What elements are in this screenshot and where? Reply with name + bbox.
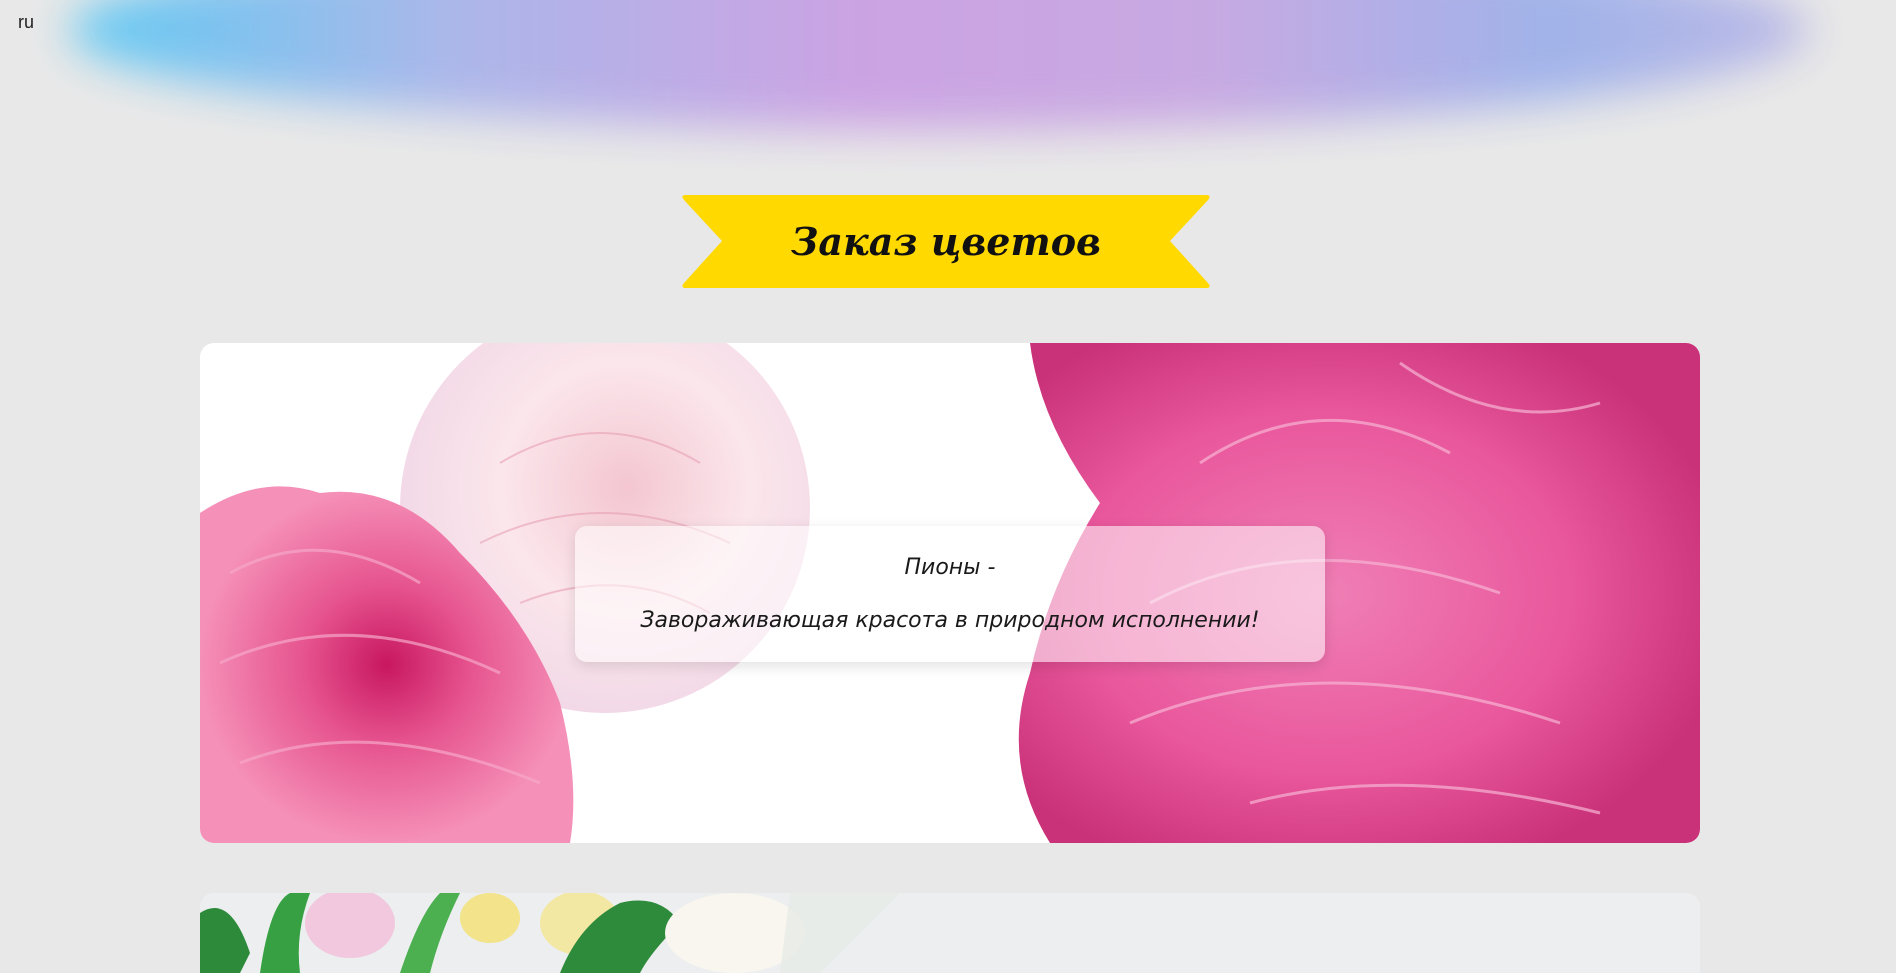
language-switch[interactable]: ru	[18, 12, 34, 33]
title-ribbon: Заказ цветов	[678, 195, 1214, 288]
product-card-peonies[interactable]: Пионы - Завораживающая красота в природн…	[200, 343, 1700, 843]
card-title: Пионы -	[904, 555, 996, 580]
page-title: Заказ цветов	[790, 219, 1101, 264]
card-description: Завораживающая красота в природном испол…	[640, 608, 1260, 633]
header-gradient-glow	[70, 0, 1810, 130]
product-card-tulips[interactable]	[200, 893, 1700, 973]
tulips-image	[200, 893, 1700, 973]
card-caption: Пионы - Завораживающая красота в природн…	[575, 526, 1325, 662]
